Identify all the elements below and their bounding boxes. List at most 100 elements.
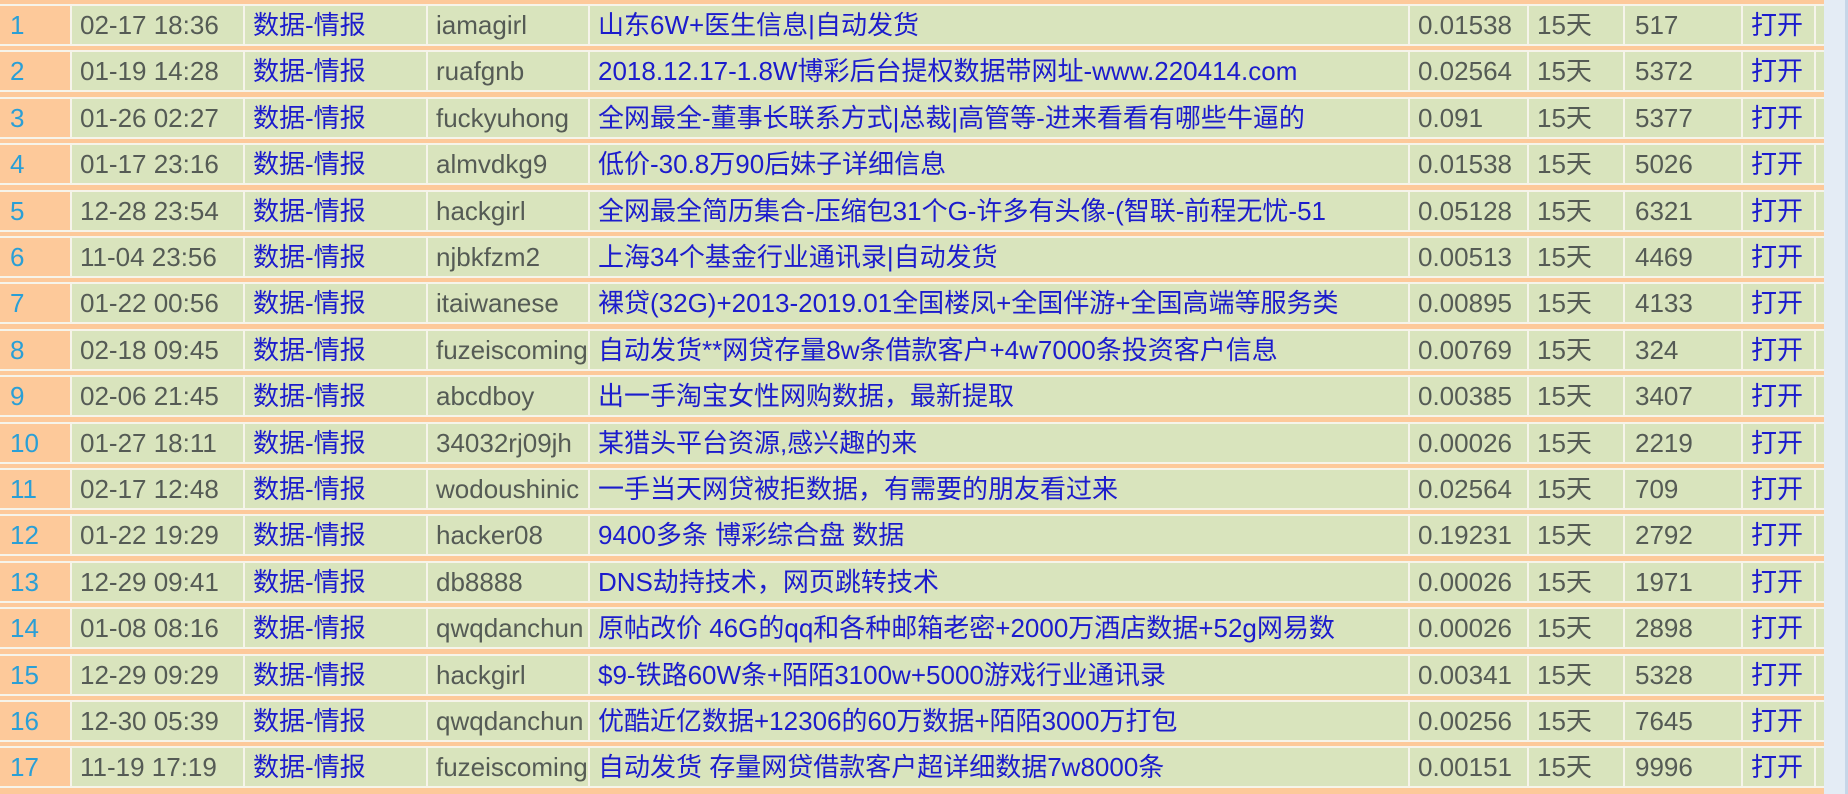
title-link-text[interactable]: 低价-30.8万90后妹子详细信息	[598, 149, 946, 179]
category-link-text[interactable]: 数据-情报	[253, 613, 366, 643]
title-link[interactable]: 裸贷(32G)+2013-2019.01全国楼凤+全国伴游+全国高端等服务类	[590, 284, 1408, 323]
open-link-text[interactable]: 打开	[1751, 381, 1803, 411]
title-link[interactable]: 某猎头平台资源,感兴趣的来	[590, 423, 1408, 462]
category-link[interactable]: 数据-情报	[245, 52, 426, 91]
open-link-text[interactable]: 打开	[1751, 706, 1803, 736]
category-link-text[interactable]: 数据-情报	[253, 288, 366, 318]
category-link-text[interactable]: 数据-情报	[253, 520, 366, 550]
category-link[interactable]: 数据-情报	[245, 609, 426, 648]
category-link[interactable]: 数据-情报	[245, 284, 426, 323]
open-button[interactable]: 打开	[1743, 655, 1814, 694]
category-link[interactable]: 数据-情报	[245, 516, 426, 555]
category-link-text[interactable]: 数据-情报	[253, 428, 366, 458]
title-link-text[interactable]: 某猎头平台资源,感兴趣的来	[598, 428, 917, 458]
title-link[interactable]: $9-铁路60W条+陌陌3100w+5000游戏行业通讯录	[590, 655, 1408, 694]
title-link-text[interactable]: 9400多条 博彩综合盘 数据	[598, 520, 904, 550]
open-button[interactable]: 打开	[1743, 284, 1814, 323]
title-link[interactable]: 9400多条 博彩综合盘 数据	[590, 516, 1408, 555]
title-link-text[interactable]: 自动发货**网贷存量8w条借款客户+4w7000条投资客户信息	[598, 335, 1278, 365]
open-button[interactable]: 打开	[1743, 145, 1814, 184]
category-link-text[interactable]: 数据-情报	[253, 474, 366, 504]
category-link-text[interactable]: 数据-情报	[253, 567, 366, 597]
open-link-text[interactable]: 打开	[1751, 335, 1803, 365]
open-link-text[interactable]: 打开	[1751, 10, 1803, 40]
open-link-text[interactable]: 打开	[1751, 149, 1803, 179]
category-link-text[interactable]: 数据-情报	[253, 10, 366, 40]
category-link[interactable]: 数据-情报	[245, 145, 426, 184]
title-link-text[interactable]: 一手当天网贷被拒数据，有需要的朋友看过来	[598, 474, 1118, 504]
category-link-text[interactable]: 数据-情报	[253, 196, 366, 226]
title-link-text[interactable]: 裸贷(32G)+2013-2019.01全国楼凤+全国伴游+全国高端等服务类	[598, 288, 1339, 318]
open-link-text[interactable]: 打开	[1751, 56, 1803, 86]
title-link-text[interactable]: 优酷近亿数据+12306的60万数据+陌陌3000万打包	[598, 706, 1177, 736]
category-link[interactable]: 数据-情报	[245, 98, 426, 137]
category-link-text[interactable]: 数据-情报	[253, 381, 366, 411]
open-button[interactable]: 打开	[1743, 516, 1814, 555]
title-link-text[interactable]: DNS劫持技术，网页跳转技术	[598, 567, 939, 597]
open-button[interactable]: 打开	[1743, 562, 1814, 601]
category-link[interactable]: 数据-情报	[245, 655, 426, 694]
category-link-text[interactable]: 数据-情报	[253, 242, 366, 272]
title-link[interactable]: 2018.12.17-1.8W博彩后台提权数据带网址-www.220414.co…	[590, 52, 1408, 91]
open-link-text[interactable]: 打开	[1751, 428, 1803, 458]
open-button[interactable]: 打开	[1743, 377, 1814, 416]
category-link[interactable]: 数据-情报	[245, 562, 426, 601]
category-link-text[interactable]: 数据-情报	[253, 56, 366, 86]
title-link[interactable]: 出一手淘宝女性网购数据，最新提取	[590, 377, 1408, 416]
title-link-text[interactable]: 全网最全简历集合-压缩包31个G-许多有头像-(智联-前程无忧-51	[598, 196, 1326, 226]
title-link-text[interactable]: 出一手淘宝女性网购数据，最新提取	[598, 381, 1014, 411]
category-link[interactable]: 数据-情报	[245, 702, 426, 740]
open-button[interactable]: 打开	[1743, 609, 1814, 648]
title-link[interactable]: 自动发货**网贷存量8w条借款客户+4w7000条投资客户信息	[590, 330, 1408, 369]
title-link-text[interactable]: 上海34个基金行业通讯录|自动发货	[598, 242, 998, 272]
title-link[interactable]: 全网最全-董事长联系方式|总裁|高管等-进来看看有哪些牛逼的	[590, 98, 1408, 137]
category-link-text[interactable]: 数据-情报	[253, 149, 366, 179]
open-button[interactable]: 打开	[1743, 470, 1814, 508]
category-link-text[interactable]: 数据-情报	[253, 335, 366, 365]
open-button[interactable]: 打开	[1743, 191, 1814, 230]
open-button[interactable]: 打开	[1743, 330, 1814, 369]
open-button[interactable]: 打开	[1743, 98, 1814, 137]
title-link-text[interactable]: $9-铁路60W条+陌陌3100w+5000游戏行业通讯录	[598, 660, 1166, 690]
open-button[interactable]: 打开	[1743, 6, 1814, 44]
title-link[interactable]: 山东6W+医生信息|自动发货	[590, 6, 1408, 44]
open-button[interactable]: 打开	[1743, 748, 1814, 787]
category-link[interactable]: 数据-情报	[245, 470, 426, 508]
open-link-text[interactable]: 打开	[1751, 752, 1803, 782]
category-link[interactable]: 数据-情报	[245, 748, 426, 787]
title-link-text[interactable]: 自动发货 存量网贷借款客户超详细数据7w8000条	[598, 752, 1164, 782]
open-link-text[interactable]: 打开	[1751, 242, 1803, 272]
title-link[interactable]: 低价-30.8万90后妹子详细信息	[590, 145, 1408, 184]
title-link-text[interactable]: 山东6W+医生信息|自动发货	[598, 10, 919, 40]
open-link-text[interactable]: 打开	[1751, 288, 1803, 318]
title-link-text[interactable]: 原帖改价 46G的qq和各种邮箱老密+2000万酒店数据+52g网易数	[598, 613, 1335, 643]
title-link-text[interactable]: 全网最全-董事长联系方式|总裁|高管等-进来看看有哪些牛逼的	[598, 103, 1305, 133]
category-link-text[interactable]: 数据-情报	[253, 706, 366, 736]
open-link-text[interactable]: 打开	[1751, 567, 1803, 597]
open-button[interactable]: 打开	[1743, 423, 1814, 462]
open-link-text[interactable]: 打开	[1751, 103, 1803, 133]
open-link-text[interactable]: 打开	[1751, 196, 1803, 226]
open-button[interactable]: 打开	[1743, 52, 1814, 91]
open-link-text[interactable]: 打开	[1751, 660, 1803, 690]
category-link[interactable]: 数据-情报	[245, 423, 426, 462]
open-button[interactable]: 打开	[1743, 702, 1814, 740]
title-link[interactable]: DNS劫持技术，网页跳转技术	[590, 562, 1408, 601]
category-link[interactable]: 数据-情报	[245, 6, 426, 44]
category-link[interactable]: 数据-情报	[245, 377, 426, 416]
open-link-text[interactable]: 打开	[1751, 474, 1803, 504]
open-button[interactable]: 打开	[1743, 238, 1814, 276]
title-link[interactable]: 优酷近亿数据+12306的60万数据+陌陌3000万打包	[590, 702, 1408, 740]
title-link[interactable]: 自动发货 存量网贷借款客户超详细数据7w8000条	[590, 748, 1408, 787]
category-link-text[interactable]: 数据-情报	[253, 752, 366, 782]
open-link-text[interactable]: 打开	[1751, 613, 1803, 643]
category-link-text[interactable]: 数据-情报	[253, 660, 366, 690]
category-link[interactable]: 数据-情报	[245, 238, 426, 276]
open-link-text[interactable]: 打开	[1751, 520, 1803, 550]
category-link-text[interactable]: 数据-情报	[253, 103, 366, 133]
category-link[interactable]: 数据-情报	[245, 330, 426, 369]
title-link[interactable]: 一手当天网贷被拒数据，有需要的朋友看过来	[590, 470, 1408, 508]
title-link-text[interactable]: 2018.12.17-1.8W博彩后台提权数据带网址-www.220414.co…	[598, 56, 1297, 86]
title-link[interactable]: 全网最全简历集合-压缩包31个G-许多有头像-(智联-前程无忧-51	[590, 191, 1408, 230]
title-link[interactable]: 上海34个基金行业通讯录|自动发货	[590, 238, 1408, 276]
